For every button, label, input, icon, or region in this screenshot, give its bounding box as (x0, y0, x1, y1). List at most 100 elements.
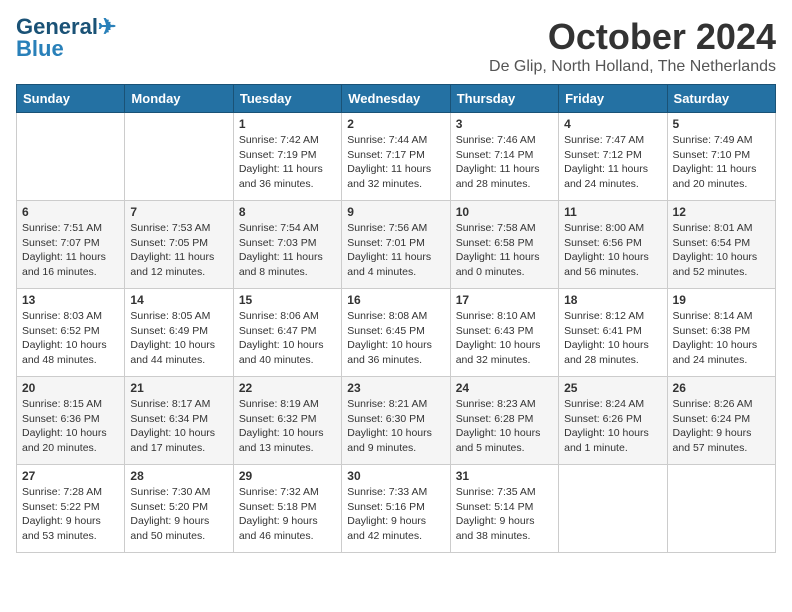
logo-bird-icon: ✈ (98, 14, 116, 39)
calendar-day-9: 9 Sunrise: 7:56 AM Sunset: 7:01 PM Daylig… (342, 201, 450, 289)
day-header-wednesday: Wednesday (342, 85, 450, 113)
day-content: Sunrise: 7:33 AM Sunset: 5:16 PM Dayligh… (347, 485, 444, 544)
calendar-week-row: 13 Sunrise: 8:03 AM Sunset: 6:52 PM Dayli… (17, 289, 776, 377)
day-content: Sunrise: 7:32 AM Sunset: 5:18 PM Dayligh… (239, 485, 336, 544)
day-number: 22 (239, 381, 336, 395)
day-content: Sunrise: 7:30 AM Sunset: 5:20 PM Dayligh… (130, 485, 227, 544)
calendar-day-14: 14Sunrise: 8:05 AM Sunset: 6:49 PM Dayli… (125, 289, 233, 377)
calendar-day-24: 24Sunrise: 8:23 AM Sunset: 6:28 PM Dayli… (450, 377, 558, 465)
calendar-week-row: 27 Sunrise: 7:28 AM Sunset: 5:22 PM Dayli… (17, 465, 776, 553)
calendar-day-11: 11 Sunrise: 8:00 AM Sunset: 6:56 PM Dayli… (559, 201, 667, 289)
day-header-saturday: Saturday (667, 85, 775, 113)
month-title: October 2024 (489, 16, 776, 58)
calendar-week-row: 20 Sunrise: 8:15 AM Sunset: 6:36 PM Dayli… (17, 377, 776, 465)
calendar-day-6: 6Sunrise: 7:51 AM Sunset: 7:07 PM Daylig… (17, 201, 125, 289)
calendar-day-7: 7 Sunrise: 7:53 AM Sunset: 7:05 PM Daylig… (125, 201, 233, 289)
calendar-day-10: 10Sunrise: 7:58 AM Sunset: 6:58 PM Dayli… (450, 201, 558, 289)
day-number: 19 (673, 293, 770, 307)
day-header-thursday: Thursday (450, 85, 558, 113)
calendar-day-30: 30Sunrise: 7:33 AM Sunset: 5:16 PM Dayli… (342, 465, 450, 553)
day-content: Sunrise: 8:14 AM Sunset: 6:38 PM Dayligh… (673, 309, 770, 368)
day-number: 2 (347, 117, 444, 131)
day-content: Sunrise: 7:49 AM Sunset: 7:10 PM Dayligh… (673, 133, 770, 192)
day-content: Sunrise: 8:01 AM Sunset: 6:54 PM Dayligh… (673, 221, 770, 280)
day-content: Sunrise: 8:06 AM Sunset: 6:47 PM Dayligh… (239, 309, 336, 368)
day-content: Sunrise: 8:12 AM Sunset: 6:41 PM Dayligh… (564, 309, 661, 368)
day-content: Sunrise: 7:58 AM Sunset: 6:58 PM Dayligh… (456, 221, 553, 280)
calendar-day-26: 26 Sunrise: 8:26 AM Sunset: 6:24 PM Dayli… (667, 377, 775, 465)
empty-day (125, 113, 233, 201)
day-header-tuesday: Tuesday (233, 85, 341, 113)
day-number: 4 (564, 117, 661, 131)
calendar-day-23: 23 Sunrise: 8:21 AM Sunset: 6:30 PM Dayli… (342, 377, 450, 465)
calendar-day-20: 20 Sunrise: 8:15 AM Sunset: 6:36 PM Dayli… (17, 377, 125, 465)
calendar-day-29: 29 Sunrise: 7:32 AM Sunset: 5:18 PM Dayli… (233, 465, 341, 553)
logo: General✈ Blue (16, 16, 116, 60)
day-content: Sunrise: 8:21 AM Sunset: 6:30 PM Dayligh… (347, 397, 444, 456)
day-number: 8 (239, 205, 336, 219)
header: General✈ Blue October 2024 De Glip, Nort… (16, 16, 776, 76)
calendar-day-13: 13 Sunrise: 8:03 AM Sunset: 6:52 PM Dayli… (17, 289, 125, 377)
day-number: 7 (130, 205, 227, 219)
day-number: 11 (564, 205, 661, 219)
day-number: 21 (130, 381, 227, 395)
calendar-day-2: 2Sunrise: 7:44 AM Sunset: 7:17 PM Daylig… (342, 113, 450, 201)
day-content: Sunrise: 7:46 AM Sunset: 7:14 PM Dayligh… (456, 133, 553, 192)
day-header-friday: Friday (559, 85, 667, 113)
day-content: Sunrise: 8:23 AM Sunset: 6:28 PM Dayligh… (456, 397, 553, 456)
location-title: De Glip, North Holland, The Netherlands (489, 58, 776, 76)
calendar-day-31: 31 Sunrise: 7:35 AM Sunset: 5:14 PM Dayli… (450, 465, 558, 553)
day-content: Sunrise: 7:35 AM Sunset: 5:14 PM Dayligh… (456, 485, 553, 544)
calendar-day-8: 8 Sunrise: 7:54 AM Sunset: 7:03 PM Daylig… (233, 201, 341, 289)
day-content: Sunrise: 8:05 AM Sunset: 6:49 PM Dayligh… (130, 309, 227, 368)
empty-day (559, 465, 667, 553)
day-content: Sunrise: 7:28 AM Sunset: 5:22 PM Dayligh… (22, 485, 119, 544)
empty-day (17, 113, 125, 201)
day-number: 18 (564, 293, 661, 307)
day-number: 31 (456, 469, 553, 483)
day-number: 17 (456, 293, 553, 307)
empty-day (667, 465, 775, 553)
calendar-day-22: 22Sunrise: 8:19 AM Sunset: 6:32 PM Dayli… (233, 377, 341, 465)
calendar-day-15: 15 Sunrise: 8:06 AM Sunset: 6:47 PM Dayli… (233, 289, 341, 377)
day-number: 23 (347, 381, 444, 395)
day-content: Sunrise: 8:15 AM Sunset: 6:36 PM Dayligh… (22, 397, 119, 456)
day-number: 28 (130, 469, 227, 483)
header-row: SundayMondayTuesdayWednesdayThursdayFrid… (17, 85, 776, 113)
day-number: 15 (239, 293, 336, 307)
day-number: 9 (347, 205, 444, 219)
day-content: Sunrise: 8:24 AM Sunset: 6:26 PM Dayligh… (564, 397, 661, 456)
day-number: 29 (239, 469, 336, 483)
day-number: 13 (22, 293, 119, 307)
calendar-day-25: 25 Sunrise: 8:24 AM Sunset: 6:26 PM Dayli… (559, 377, 667, 465)
day-header-sunday: Sunday (17, 85, 125, 113)
calendar-day-12: 12 Sunrise: 8:01 AM Sunset: 6:54 PM Dayli… (667, 201, 775, 289)
day-number: 6 (22, 205, 119, 219)
title-section: October 2024 De Glip, North Holland, The… (489, 16, 776, 76)
day-content: Sunrise: 8:00 AM Sunset: 6:56 PM Dayligh… (564, 221, 661, 280)
day-number: 27 (22, 469, 119, 483)
day-number: 16 (347, 293, 444, 307)
calendar-day-28: 28 Sunrise: 7:30 AM Sunset: 5:20 PM Dayli… (125, 465, 233, 553)
calendar-day-4: 4Sunrise: 7:47 AM Sunset: 7:12 PM Daylig… (559, 113, 667, 201)
day-content: Sunrise: 8:10 AM Sunset: 6:43 PM Dayligh… (456, 309, 553, 368)
calendar-day-3: 3Sunrise: 7:46 AM Sunset: 7:14 PM Daylig… (450, 113, 558, 201)
calendar-day-17: 17 Sunrise: 8:10 AM Sunset: 6:43 PM Dayli… (450, 289, 558, 377)
day-content: Sunrise: 7:54 AM Sunset: 7:03 PM Dayligh… (239, 221, 336, 280)
calendar-day-1: 1Sunrise: 7:42 AM Sunset: 7:19 PM Daylig… (233, 113, 341, 201)
day-content: Sunrise: 7:42 AM Sunset: 7:19 PM Dayligh… (239, 133, 336, 192)
day-content: Sunrise: 7:53 AM Sunset: 7:05 PM Dayligh… (130, 221, 227, 280)
calendar-week-row: 6Sunrise: 7:51 AM Sunset: 7:07 PM Daylig… (17, 201, 776, 289)
day-number: 5 (673, 117, 770, 131)
day-number: 20 (22, 381, 119, 395)
day-content: Sunrise: 8:26 AM Sunset: 6:24 PM Dayligh… (673, 397, 770, 456)
calendar-table: SundayMondayTuesdayWednesdayThursdayFrid… (16, 84, 776, 553)
day-number: 12 (673, 205, 770, 219)
day-number: 25 (564, 381, 661, 395)
day-content: Sunrise: 8:03 AM Sunset: 6:52 PM Dayligh… (22, 309, 119, 368)
calendar-day-5: 5 Sunrise: 7:49 AM Sunset: 7:10 PM Daylig… (667, 113, 775, 201)
calendar-week-row: 1Sunrise: 7:42 AM Sunset: 7:19 PM Daylig… (17, 113, 776, 201)
calendar-day-19: 19 Sunrise: 8:14 AM Sunset: 6:38 PM Dayli… (667, 289, 775, 377)
day-content: Sunrise: 7:56 AM Sunset: 7:01 PM Dayligh… (347, 221, 444, 280)
day-number: 26 (673, 381, 770, 395)
